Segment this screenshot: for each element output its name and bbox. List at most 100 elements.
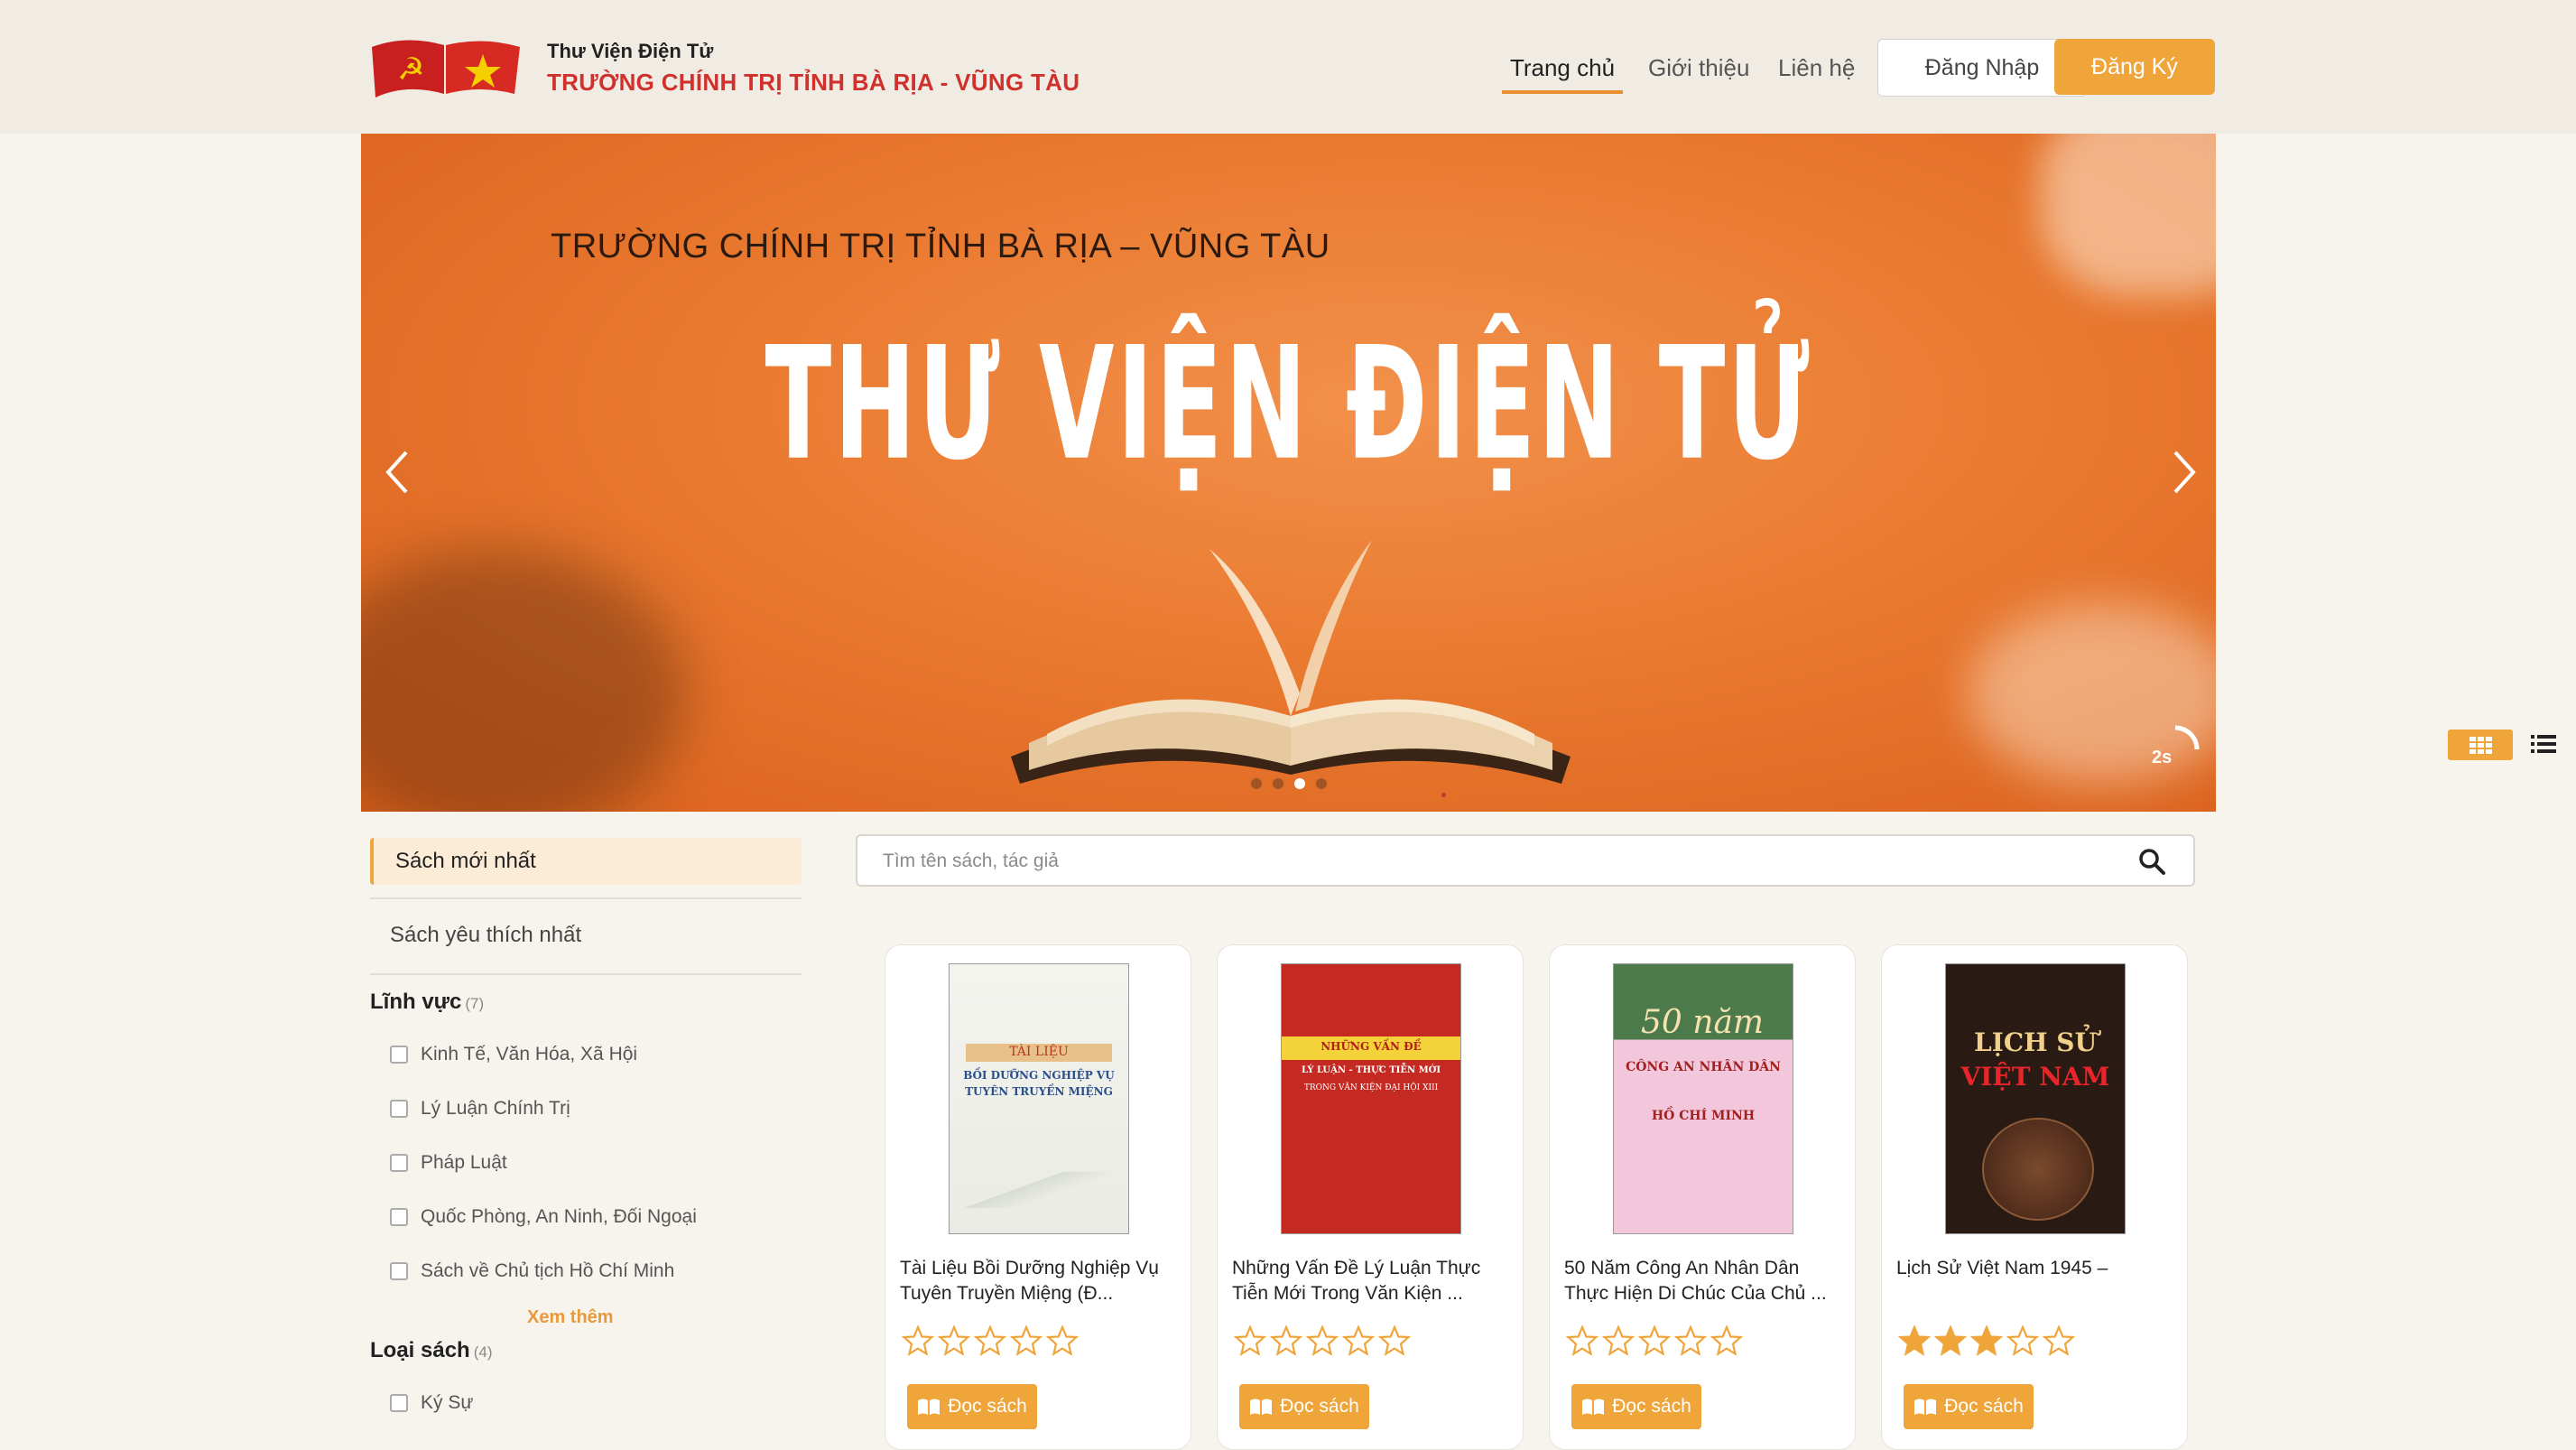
divider	[370, 897, 802, 899]
star-empty-icon[interactable]	[1674, 1325, 1707, 1357]
register-button[interactable]: Đăng Ký	[2054, 39, 2215, 95]
star-empty-icon[interactable]	[2043, 1325, 2075, 1357]
star-empty-icon[interactable]	[974, 1325, 1006, 1357]
cover-line: TÀI LIỆU	[1009, 1045, 1069, 1059]
carousel-prev-icon[interactable]	[379, 445, 415, 499]
checkbox[interactable]	[390, 1262, 408, 1280]
book-card[interactable]: NHỮNG VẤN ĐỀ LÝ LUẬN - THỰC TIỄN MỚI TRO…	[1217, 944, 1524, 1450]
cover-wave	[950, 1172, 1128, 1208]
read-book-button[interactable]: Đọc sách	[1571, 1384, 1701, 1429]
star-empty-icon[interactable]	[2006, 1325, 2039, 1357]
read-book-button[interactable]: Đọc sách	[907, 1384, 1037, 1429]
open-book-illustration	[1011, 540, 1571, 784]
cover-line: VIỆT NAM	[1960, 1062, 2110, 1092]
checkbox[interactable]	[390, 1394, 408, 1412]
star-empty-icon[interactable]	[1566, 1325, 1598, 1357]
book-cover-image[interactable]: TÀI LIỆU BỒI DƯỠNG NGHIỆP VỤ TUYÊN TRUYỀ…	[949, 963, 1129, 1234]
red-marker	[1441, 793, 1446, 797]
read-book-label: Đọc sách	[1280, 1396, 1359, 1417]
checkbox[interactable]	[390, 1046, 408, 1064]
star-filled-icon[interactable]	[1898, 1325, 1931, 1357]
banner-title: THƯ VIỆN ĐIỆN TỬ	[764, 314, 1812, 496]
star-filled-icon[interactable]	[1970, 1325, 2003, 1357]
blurred-book-decoration	[361, 549, 686, 812]
book-open-icon	[1250, 1399, 1273, 1415]
carousel-dot[interactable]	[1251, 778, 1262, 789]
flag-logo-icon[interactable]: ☭	[370, 34, 524, 99]
book-title[interactable]: Lịch Sử Việt Nam 1945 –	[1896, 1256, 2176, 1281]
search-icon[interactable]	[2137, 847, 2166, 876]
carousel-dot[interactable]	[1316, 778, 1327, 789]
brand-title[interactable]: TRƯỜNG CHÍNH TRỊ TỈNH BÀ RỊA - VŨNG TÀU	[547, 69, 1080, 97]
cover-line: NHỮNG VẤN ĐỀ	[1320, 1040, 1422, 1053]
book-card[interactable]: TÀI LIỆU BỒI DƯỠNG NGHIỆP VỤ TUYÊN TRUYỀ…	[885, 944, 1191, 1450]
cover-line: HỒ CHÍ MINH	[1651, 1109, 1756, 1123]
read-book-button[interactable]: Đọc sách	[1239, 1384, 1369, 1429]
field-filter-label: Kinh Tế, Văn Hóa, Xã Hội	[421, 1044, 638, 1064]
list-view-icon[interactable]	[2529, 730, 2558, 758]
field-filter-label: Pháp Luật	[421, 1152, 507, 1173]
star-empty-icon[interactable]	[1378, 1325, 1411, 1357]
carousel-dots	[1251, 778, 1327, 789]
read-book-label: Đọc sách	[1944, 1396, 2024, 1417]
star-empty-icon[interactable]	[938, 1325, 970, 1357]
star-empty-icon[interactable]	[1710, 1325, 1743, 1357]
star-empty-icon[interactable]	[1306, 1325, 1339, 1357]
field-filter-option[interactable]: Kinh Tế, Văn Hóa, Xã Hội	[390, 1044, 637, 1065]
read-book-label: Đọc sách	[1612, 1396, 1691, 1417]
book-open-icon	[918, 1399, 941, 1415]
field-filter-option[interactable]: Sách về Chủ tịch Hồ Chí Minh	[390, 1260, 674, 1282]
tab-favorite-books[interactable]: Sách yêu thích nhất	[390, 923, 581, 948]
book-type-filter-count: (4)	[473, 1343, 493, 1361]
checkbox[interactable]	[390, 1100, 408, 1118]
read-book-button[interactable]: Đọc sách	[1904, 1384, 2034, 1429]
nav-home[interactable]: Trang chủ	[1502, 54, 1623, 82]
checkbox[interactable]	[390, 1154, 408, 1172]
svg-text:☭: ☭	[397, 51, 424, 88]
see-more-link[interactable]: Xem thêm	[527, 1307, 614, 1328]
book-cover-image[interactable]: NHỮNG VẤN ĐỀ LÝ LUẬN - THỰC TIỄN MỚI TRO…	[1281, 963, 1461, 1234]
field-filter-heading: Lĩnh vực (7)	[370, 990, 484, 1015]
checkbox[interactable]	[390, 1208, 408, 1226]
star-empty-icon[interactable]	[1638, 1325, 1671, 1357]
grid-view-icon[interactable]	[2448, 730, 2513, 760]
carousel-dot-active[interactable]	[1294, 778, 1305, 789]
star-empty-icon[interactable]	[902, 1325, 934, 1357]
nav-active-indicator	[1502, 90, 1623, 94]
carousel-next-icon[interactable]	[2166, 445, 2202, 499]
book-cover-image[interactable]: 50 năm CÔNG AN NHÂN DÂN HỒ CHÍ MINH	[1613, 963, 1793, 1234]
star-filled-icon[interactable]	[1934, 1325, 1967, 1357]
cover-line: TUYÊN TRUYỀN MIỆNG	[965, 1085, 1113, 1098]
book-card[interactable]: 50 năm CÔNG AN NHÂN DÂN HỒ CHÍ MINH 50 N…	[1549, 944, 1856, 1450]
field-filter-title: Lĩnh vực	[370, 990, 462, 1014]
search-input[interactable]	[881, 845, 2112, 878]
star-empty-icon[interactable]	[1602, 1325, 1635, 1357]
book-type-filter-option[interactable]: Ký Sự	[390, 1392, 473, 1414]
field-filter-option[interactable]: Lý Luận Chính Trị	[390, 1098, 570, 1120]
field-filter-option[interactable]: Pháp Luật	[390, 1152, 507, 1174]
field-filter-option[interactable]: Quốc Phòng, An Ninh, Đối Ngoại	[390, 1206, 697, 1228]
field-filter-label: Lý Luận Chính Trị	[421, 1098, 570, 1119]
book-cover-image[interactable]: LỊCH SỬ VIỆT NAM	[1945, 963, 2126, 1234]
book-card[interactable]: LỊCH SỬ VIỆT NAM Lịch Sử Việt Nam 1945 –…	[1881, 944, 2188, 1450]
carousel-dot[interactable]	[1273, 778, 1283, 789]
star-empty-icon[interactable]	[1010, 1325, 1042, 1357]
cover-line: CÔNG AN NHÂN DÂN	[1626, 1060, 1781, 1074]
star-empty-icon[interactable]	[1342, 1325, 1375, 1357]
tab-newest-books[interactable]: Sách mới nhất	[370, 838, 802, 885]
rating-stars	[1898, 1325, 2075, 1357]
site-header: ☭ Thư Viện Điện Tử TRƯỜNG CHÍNH TRỊ TỈNH…	[0, 0, 2576, 134]
nav-contact[interactable]: Liên hệ	[1778, 54, 1855, 82]
autoplay-timer-label: 2s	[2152, 748, 2173, 767]
star-empty-icon[interactable]	[1046, 1325, 1079, 1357]
book-title[interactable]: Những Vấn Đề Lý Luận Thực Tiễn Mới Trong…	[1232, 1256, 1512, 1306]
divider	[370, 973, 802, 975]
book-type-filter-label: Ký Sự	[421, 1392, 474, 1413]
book-open-icon	[1582, 1399, 1605, 1415]
star-empty-icon[interactable]	[1234, 1325, 1266, 1357]
nav-about[interactable]: Giới thiệu	[1648, 54, 1749, 82]
field-filter-label: Quốc Phòng, An Ninh, Đối Ngoại	[421, 1206, 697, 1227]
book-title[interactable]: 50 Năm Công An Nhân Dân Thực Hiện Di Chú…	[1564, 1256, 1844, 1306]
star-empty-icon[interactable]	[1270, 1325, 1302, 1357]
book-title[interactable]: Tài Liệu Bồi Dưỡng Nghiệp Vụ Tuyên Truyề…	[900, 1256, 1180, 1306]
